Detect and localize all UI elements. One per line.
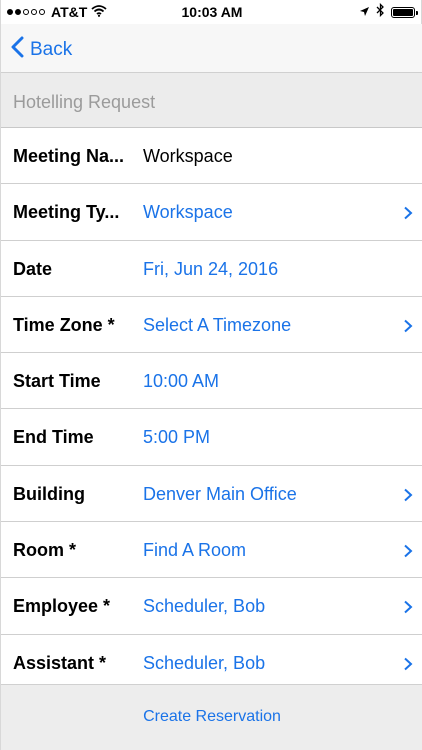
row-start-time[interactable]: Start Time 10:00 AM bbox=[1, 353, 422, 410]
status-bar: AT&T 10:03 AM bbox=[1, 0, 422, 24]
row-employee[interactable]: Employee * Scheduler, Bob bbox=[1, 578, 422, 635]
row-label: Room * bbox=[13, 540, 76, 561]
chevron-right-icon bbox=[404, 657, 413, 670]
row-label: Time Zone * bbox=[13, 314, 115, 335]
row-room[interactable]: Room * Find A Room bbox=[1, 522, 422, 579]
location-arrow-icon bbox=[359, 4, 370, 22]
time-zone-value[interactable]: Select A Timezone bbox=[143, 315, 291, 336]
chevron-right-icon bbox=[404, 488, 413, 502]
employee-value[interactable]: Scheduler, Bob bbox=[143, 596, 265, 617]
row-end-time[interactable]: End Time 5:00 PM bbox=[1, 409, 422, 466]
request-form: Meeting Na... Workspace Meeting Ty... Wo… bbox=[1, 128, 422, 691]
row-date[interactable]: Date Fri, Jun 24, 2016 bbox=[1, 240, 422, 297]
row-assistant[interactable]: Assistant * Scheduler, Bob bbox=[1, 634, 422, 691]
back-label: Back bbox=[30, 39, 73, 60]
row-meeting-name[interactable]: Meeting Na... Workspace bbox=[1, 128, 422, 185]
row-label: Building bbox=[13, 483, 85, 504]
row-building[interactable]: Building Denver Main Office bbox=[1, 465, 422, 523]
room-value[interactable]: Find A Room bbox=[143, 540, 246, 561]
row-label: Start Time bbox=[13, 371, 101, 392]
row-label: Assistant * bbox=[13, 652, 107, 673]
date-value[interactable]: Fri, Jun 24, 2016 bbox=[143, 259, 278, 280]
assistant-value[interactable]: Scheduler, Bob bbox=[143, 653, 265, 674]
chevron-left-icon bbox=[11, 36, 24, 64]
bluetooth-icon bbox=[376, 2, 385, 22]
chevron-right-icon bbox=[404, 319, 413, 333]
row-label: Meeting Ty... bbox=[13, 202, 120, 223]
building-value[interactable]: Denver Main Office bbox=[143, 484, 297, 505]
back-button[interactable]: Back bbox=[11, 36, 72, 64]
row-time-zone[interactable]: Time Zone * Select A Timezone bbox=[1, 296, 422, 354]
chevron-right-icon bbox=[404, 601, 413, 614]
section-header: Hotelling Request bbox=[1, 72, 422, 128]
navigation-bar: Back bbox=[1, 24, 422, 72]
section-title: Hotelling Request bbox=[13, 92, 156, 112]
row-label: End Time bbox=[13, 427, 94, 448]
meeting-name-value[interactable]: Workspace bbox=[143, 146, 233, 167]
create-reservation-button[interactable]: Create Reservation bbox=[1, 708, 422, 726]
battery-icon bbox=[391, 7, 418, 18]
status-right bbox=[359, 2, 418, 22]
start-time-value[interactable]: 10:00 AM bbox=[143, 371, 219, 392]
meeting-type-value[interactable]: Workspace bbox=[143, 202, 233, 223]
row-label: Employee * bbox=[13, 596, 111, 617]
row-label: Date bbox=[13, 258, 53, 279]
chevron-right-icon bbox=[404, 544, 413, 558]
app-frame: AT&T 10:03 AM Back Hotelling Request Mee… bbox=[0, 0, 422, 750]
chevron-right-icon bbox=[404, 207, 413, 220]
row-meeting-type[interactable]: Meeting Ty... Workspace bbox=[1, 184, 422, 241]
footer-bar: Create Reservation bbox=[1, 684, 422, 750]
end-time-value[interactable]: 5:00 PM bbox=[143, 427, 210, 448]
row-label: Meeting Na... bbox=[13, 146, 125, 166]
